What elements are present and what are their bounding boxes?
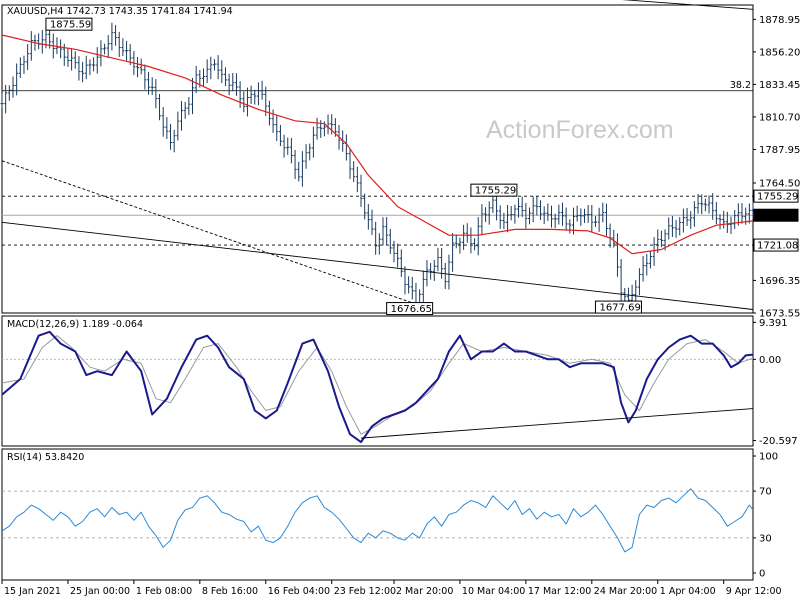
- price-tag-label: 1741.94: [757, 211, 798, 222]
- x-axis-tick: 1 Feb 08:00: [136, 586, 192, 597]
- price-axis-tick: 1878.95: [759, 15, 800, 26]
- price-annotation-label: 1676.65: [391, 304, 432, 315]
- price-annotation-label: 1875.59: [50, 20, 91, 31]
- fib-label: 38.2: [730, 80, 751, 91]
- macd-axis-tick: 0.00: [759, 355, 781, 366]
- x-axis-tick: 2 Mar 20:00: [396, 586, 453, 597]
- x-axis-tick: 8 Feb 16:00: [202, 586, 258, 597]
- x-axis-tick: 9 Apr 12:00: [726, 586, 782, 597]
- x-axis-tick: 15 Jan 2021: [4, 586, 61, 597]
- x-axis-tick: 10 Mar 04:00: [462, 586, 525, 597]
- rsi-panel-title: RSI(14) 53.8420: [7, 452, 84, 463]
- price-axis-tick: 1787.95: [759, 145, 800, 156]
- forex-chart: 1878.95 1856.20 1833.45 1810.70 1787.95 1764.…: [0, 0, 800, 597]
- price-axis-tick: 1764.50: [759, 178, 800, 189]
- price-annotation-label: 1755.29: [475, 186, 516, 197]
- x-axis-tick: 1 Apr 04:00: [660, 586, 716, 597]
- x-axis-tick: 16 Feb 04:00: [268, 586, 330, 597]
- macd-panel-title: MACD(12,26,9) 1.189 -0.064: [7, 319, 143, 330]
- price-axis-tick: 1696.35: [759, 276, 800, 287]
- macd-axis-tick: -20.597: [759, 436, 798, 447]
- candles: [0, 22, 755, 312]
- price-axis-tick: 1856.20: [759, 47, 800, 58]
- macd-signal-line: [1, 335, 754, 435]
- price-panel-title: XAUUSD,H4 1742.73 1743.35 1741.84 1741.9…: [7, 6, 233, 17]
- x-axis-tick: 25 Jan 00:00: [70, 586, 130, 597]
- panel-frame-2: [1, 448, 754, 581]
- panel-frame-1: [1, 315, 754, 447]
- x-axis-tick: 17 Mar 12:00: [528, 586, 591, 597]
- trendline-0: [1, 221, 754, 310]
- price-annotation-label: 1677.69: [599, 303, 640, 314]
- price-tag-label: 1755.29: [757, 192, 798, 203]
- price-axis-tick: 1810.70: [759, 112, 800, 123]
- rsi-axis-tick: 30: [759, 533, 772, 544]
- price-axis-tick: 1833.45: [759, 80, 800, 91]
- macd-axis-tick: 9.391: [759, 318, 788, 329]
- x-axis-tick: 23 Feb 12:00: [334, 586, 396, 597]
- price-tag-label: 1721.08: [757, 241, 798, 252]
- rsi-axis-tick: 100: [759, 452, 778, 463]
- rsi-axis-tick: 0: [759, 568, 765, 579]
- rsi-axis-tick: 70: [759, 487, 772, 498]
- moving-average-line: [1, 34, 754, 255]
- rsi-line: [1, 488, 754, 553]
- panel-frame-0: [1, 4, 754, 314]
- x-axis-tick: 24 Mar 20:00: [594, 586, 657, 597]
- macd-trendline: [360, 408, 754, 439]
